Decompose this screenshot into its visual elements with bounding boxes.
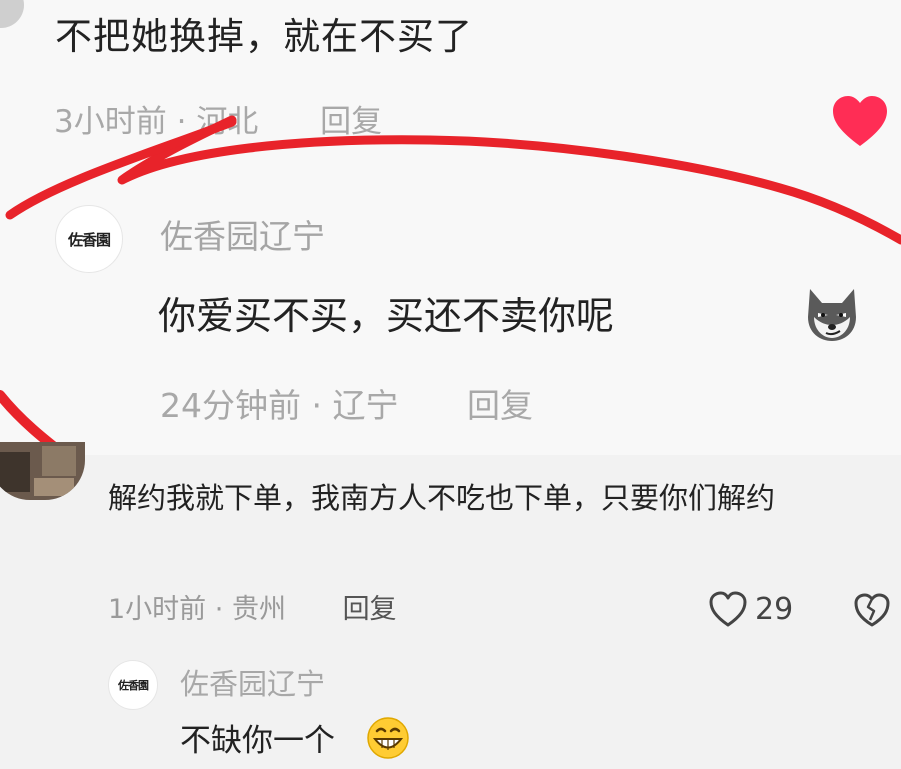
reply-button[interactable]: 回复 <box>343 594 397 625</box>
comment-time: 1小时前 <box>108 594 207 625</box>
broken-heart-icon[interactable] <box>853 592 891 628</box>
reply-time: 24分钟前 <box>160 386 301 425</box>
grinning-emoji-icon <box>367 717 409 759</box>
avatar-logo-text: 佐香園 <box>118 679 149 692</box>
reply-location: 辽宁 <box>332 386 399 425</box>
reply-username[interactable]: 佐香园辽宁 <box>180 664 325 704</box>
avatar[interactable]: 佐香園 <box>108 660 158 710</box>
reply-button[interactable]: 回复 <box>467 386 533 425</box>
meta-separator: · <box>214 594 224 625</box>
comment-location: 贵州 <box>231 594 286 625</box>
comment-meta: 1小时前 · 贵州 回复 <box>108 590 397 630</box>
meta-separator: · <box>311 386 323 425</box>
wolf-smirk-emoji-icon <box>808 289 856 341</box>
comment-location: 河北 <box>196 104 259 140</box>
avatar-logo-text: 佐香園 <box>67 230 111 249</box>
meta-separator: · <box>176 104 187 140</box>
like-count: 29 <box>755 592 794 627</box>
comment-text: 解约我就下单，我南方人不吃也下单，只要你们解约 <box>108 481 776 515</box>
reply-meta: 24分钟前 · 辽宁 回复 <box>160 382 533 430</box>
comment-time: 3小时前 <box>54 104 167 140</box>
reply-username[interactable]: 佐香园辽宁 <box>160 215 325 259</box>
reply-text: 你爱买不买，买还不卖你呢 <box>158 294 615 338</box>
heart-filled-icon[interactable] <box>831 94 889 148</box>
comment-meta: 3小时前 · 河北 回复 <box>54 100 382 144</box>
reply-button[interactable]: 回复 <box>320 104 382 140</box>
heart-outline-icon[interactable] <box>708 590 748 628</box>
avatar[interactable]: 佐香園 <box>55 205 123 273</box>
reply-text: 不缺你一个 <box>180 723 335 759</box>
comment-text: 不把她换掉，就在不买了 <box>55 15 473 58</box>
